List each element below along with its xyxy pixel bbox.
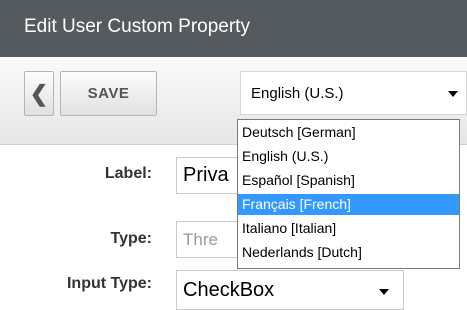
chevron-down-icon [379, 289, 389, 295]
window-title: Edit User Custom Property [24, 16, 250, 37]
save-button[interactable]: SAVE [60, 71, 157, 116]
type-field-label: Type: [110, 230, 152, 247]
language-option[interactable]: Nederlands [Dutch] [238, 242, 459, 263]
language-option[interactable]: English (U.S.) [238, 146, 459, 167]
label-field-label: Label: [104, 165, 152, 182]
language-option[interactable]: Français [French] [238, 194, 459, 215]
label-input-value: Priva [183, 164, 229, 186]
language-option[interactable]: Deutsch [German] [238, 122, 459, 143]
language-dropdown-list: Deutsch [German] English (U.S.) Español … [237, 119, 460, 269]
back-button[interactable]: ❮ [24, 71, 54, 116]
language-select-value: English (U.S.) [251, 85, 344, 102]
language-option[interactable]: Español [Spanish] [238, 170, 459, 191]
input-type-select-value: CheckBox [183, 279, 275, 301]
input-type-select[interactable]: CheckBox [176, 270, 404, 310]
save-button-label: SAVE [87, 85, 130, 102]
type-input-placeholder: Thre [183, 230, 218, 249]
chevron-down-icon [448, 91, 458, 97]
window-title-bar: Edit User Custom Property [0, 0, 467, 57]
input-type-field-label: Input Type: [66, 275, 152, 292]
chevron-left-icon: ❮ [29, 81, 49, 106]
language-option[interactable]: Italiano [Italian] [238, 218, 459, 239]
language-select[interactable]: English (U.S.) [240, 71, 467, 115]
